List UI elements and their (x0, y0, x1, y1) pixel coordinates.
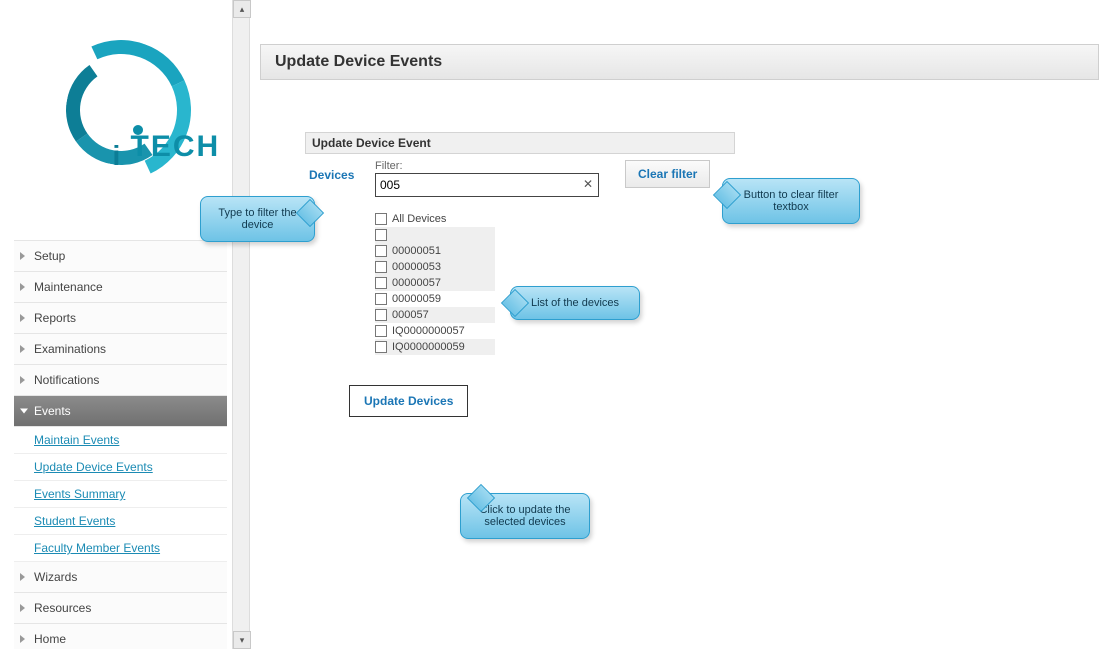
device-row[interactable] (375, 227, 495, 243)
sidebar-item-home[interactable]: Home (14, 624, 227, 649)
checkbox[interactable] (375, 309, 387, 321)
chevron-right-icon (20, 314, 25, 322)
checkbox[interactable] (375, 277, 387, 289)
callout-text: Type to filter the device (218, 207, 296, 231)
device-label: 00000051 (392, 245, 441, 257)
sidebar-item-setup[interactable]: Setup (14, 241, 227, 272)
device-row[interactable]: 00000059 (375, 291, 495, 307)
sidebar-item-label: Home (34, 632, 66, 646)
callout-text: Button to clear filter textbox (744, 189, 839, 213)
chevron-down-icon (20, 409, 28, 414)
filter-label: Filter: (375, 160, 599, 172)
logo: i TECH (14, 0, 227, 220)
device-label: IQ0000000059 (392, 341, 465, 353)
checkbox[interactable] (375, 293, 387, 305)
sidebar-item-reports[interactable]: Reports (14, 303, 227, 334)
logo-text: TECH (131, 130, 221, 164)
main-content: Update Device Events Update Device Event… (260, 44, 1099, 423)
sidebar-item-examinations[interactable]: Examinations (14, 334, 227, 365)
update-device-event-panel: Update Device Event Devices Filter: ✕ Cl… (305, 132, 735, 423)
sidebar-item-label: Maintenance (34, 280, 103, 294)
sidebar-item-label: Events (34, 404, 71, 418)
clear-filter-button[interactable]: Clear filter (625, 160, 710, 188)
all-devices-label: All Devices (392, 213, 446, 225)
sidebar-sub-events-summary[interactable]: Events Summary (14, 481, 227, 508)
devices-label: Devices (309, 160, 365, 182)
clear-input-icon[interactable]: ✕ (581, 177, 595, 191)
device-list: All Devices 00000051 00000053 00000057 (375, 211, 731, 355)
sidebar-item-label: Examinations (34, 342, 106, 356)
device-label: 00000059 (392, 293, 441, 305)
devices-field-row: Devices Filter: ✕ Clear filter (309, 160, 731, 197)
scroll-down-icon[interactable]: ▾ (233, 631, 251, 649)
callout-list-help: List of the devices (510, 286, 640, 320)
device-label: 00000053 (392, 261, 441, 273)
device-label: 00000057 (392, 277, 441, 289)
sidebar-item-label: Notifications (34, 373, 99, 387)
sidebar-item-label: Reports (34, 311, 76, 325)
checkbox[interactable] (375, 213, 387, 225)
sidebar-item-notifications[interactable]: Notifications (14, 365, 227, 396)
panel-title: Update Device Event (305, 132, 735, 154)
sidebar-item-events[interactable]: Events (14, 396, 227, 427)
callout-update-help: Click to update the selected devices (460, 493, 590, 539)
logo-letter-i: i (113, 140, 121, 172)
sidebar-item-label: Resources (34, 601, 91, 615)
checkbox[interactable] (375, 341, 387, 353)
device-label: 000057 (392, 309, 429, 321)
chevron-right-icon (20, 604, 25, 612)
page-title: Update Device Events (260, 44, 1099, 80)
chevron-right-icon (20, 283, 25, 291)
filter-input[interactable] (375, 173, 599, 197)
chevron-right-icon (20, 573, 25, 581)
sidebar-item-maintenance[interactable]: Maintenance (14, 272, 227, 303)
chevron-right-icon (20, 252, 25, 260)
sidebar-item-label: Wizards (34, 570, 77, 584)
device-row[interactable]: IQ0000000057 (375, 323, 495, 339)
device-row[interactable]: 00000053 (375, 259, 495, 275)
sidebar-item-label: Setup (34, 249, 65, 263)
callout-filter-help: Type to filter the device (200, 196, 315, 242)
sidebar-scrollbar[interactable]: ▴ ▾ (232, 0, 250, 649)
left-column: i TECH Setup Maintenance Reports Examina… (14, 0, 227, 649)
device-row[interactable]: 00000057 (375, 275, 495, 291)
sidebar-sub-student-events[interactable]: Student Events (14, 508, 227, 535)
sidebar-item-resources[interactable]: Resources (14, 593, 227, 624)
device-row[interactable]: 00000051 (375, 243, 495, 259)
sidebar-sub-maintain-events[interactable]: Maintain Events (14, 427, 227, 454)
sidebar-item-wizards[interactable]: Wizards (14, 562, 227, 593)
callout-clear-help: Button to clear filter textbox (722, 178, 860, 224)
all-devices-row[interactable]: All Devices (375, 211, 495, 227)
device-row[interactable]: IQ0000000059 (375, 339, 495, 355)
checkbox[interactable] (375, 245, 387, 257)
sidebar-nav: Setup Maintenance Reports Examinations N… (14, 240, 227, 649)
chevron-right-icon (20, 376, 25, 384)
scroll-up-icon[interactable]: ▴ (233, 0, 251, 18)
filter-box: ✕ (375, 173, 599, 197)
chevron-right-icon (20, 345, 25, 353)
checkbox[interactable] (375, 229, 387, 241)
device-label: IQ0000000057 (392, 325, 465, 337)
checkbox[interactable] (375, 325, 387, 337)
callout-text: Click to update the selected devices (479, 504, 570, 528)
chevron-right-icon (20, 635, 25, 643)
update-devices-button[interactable]: Update Devices (349, 385, 468, 417)
callout-text: List of the devices (531, 297, 619, 309)
logo-arrows-icon: i TECH (51, 40, 191, 180)
checkbox[interactable] (375, 261, 387, 273)
sidebar-sub-update-device-events[interactable]: Update Device Events (14, 454, 227, 481)
device-row[interactable]: 000057 (375, 307, 495, 323)
sidebar-sub-faculty-member-events[interactable]: Faculty Member Events (14, 535, 227, 562)
